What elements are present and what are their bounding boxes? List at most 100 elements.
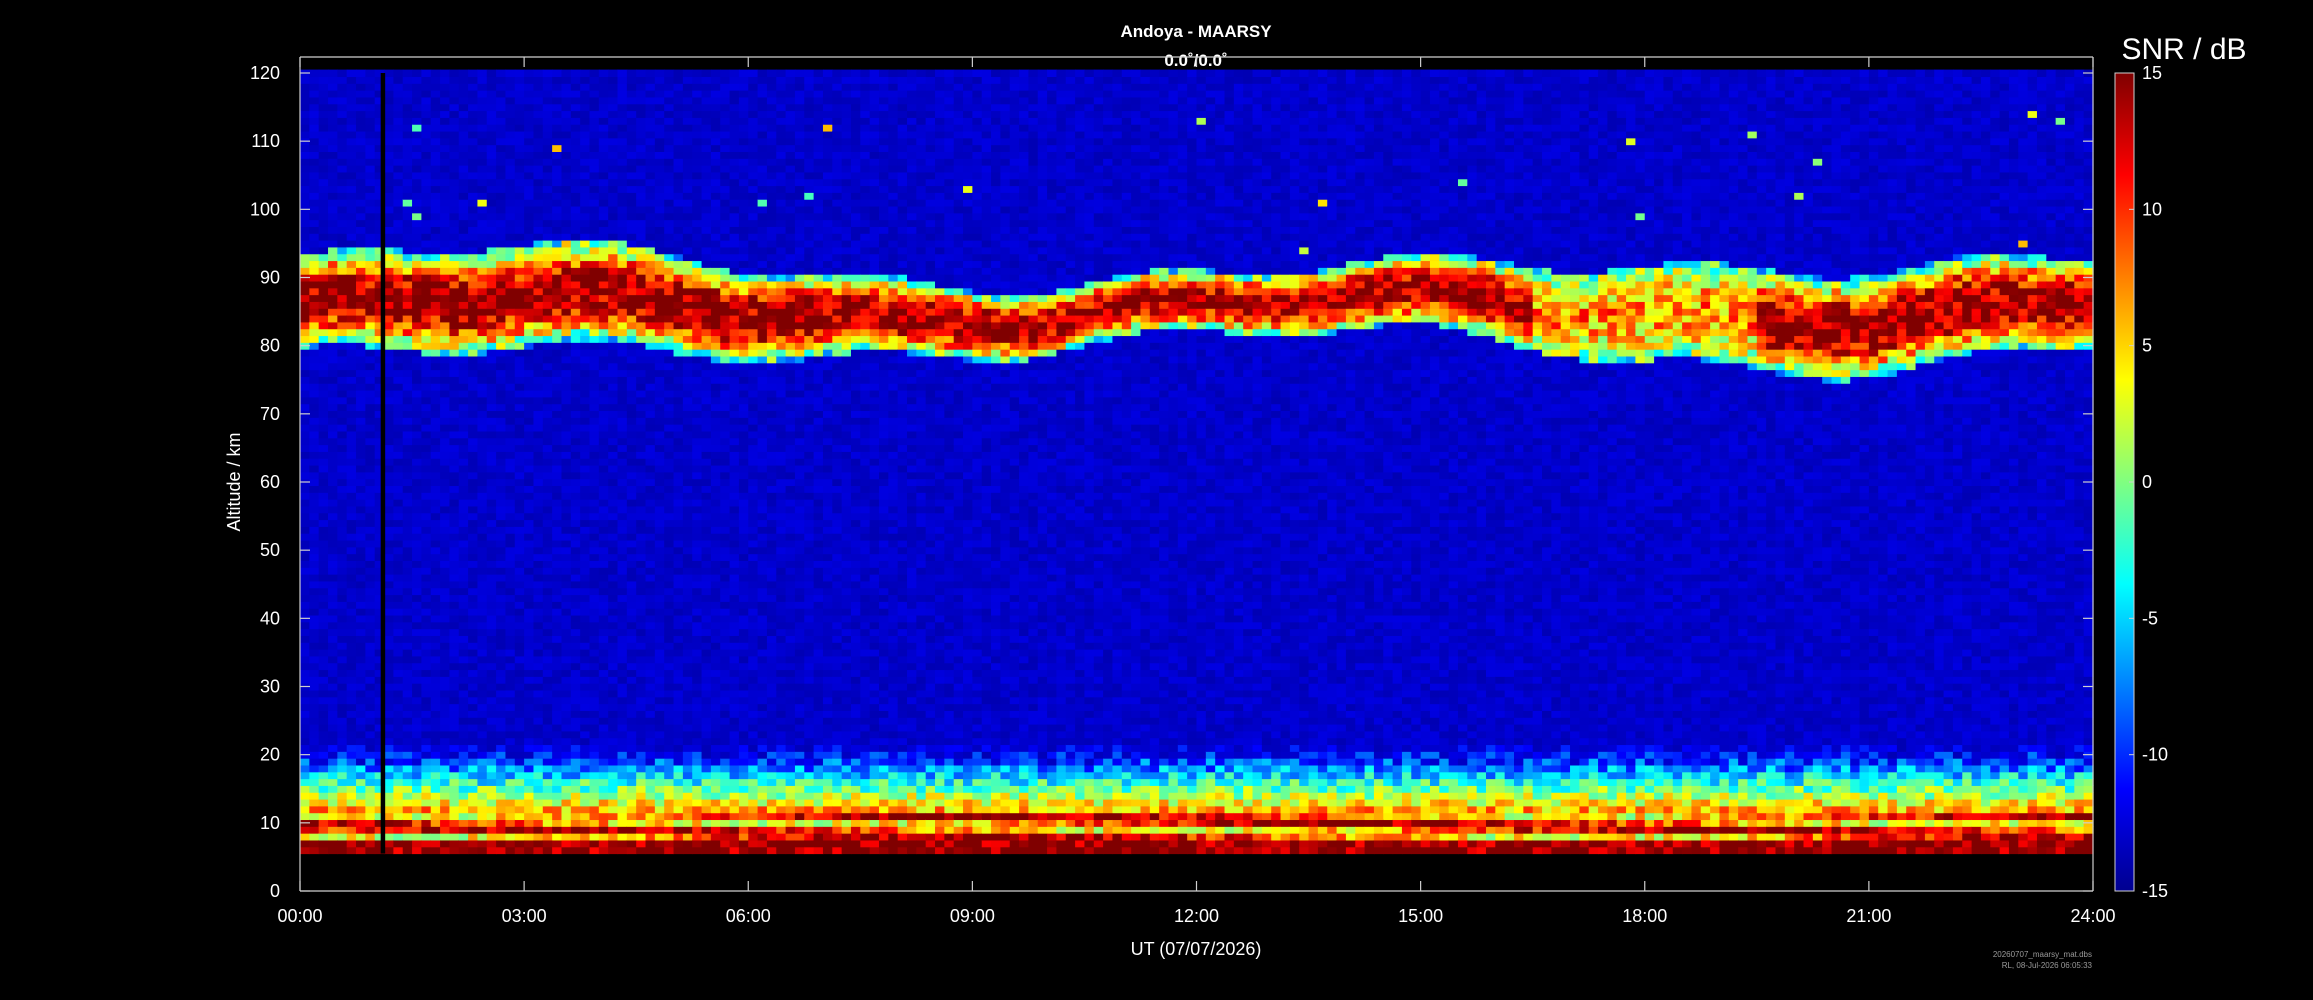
heat-cell — [664, 117, 675, 125]
heat-cell — [412, 424, 422, 432]
heat-cell — [496, 778, 507, 786]
heat-cell — [430, 710, 441, 718]
heat-cell — [300, 199, 310, 207]
heat-cell — [393, 580, 404, 589]
heat-cell — [458, 764, 469, 773]
heat-cell — [664, 696, 675, 705]
heat-cell — [598, 512, 609, 521]
heat-cell — [309, 499, 320, 507]
heat-cell — [468, 580, 479, 589]
heat-cell — [346, 417, 357, 425]
heat-cell — [636, 621, 647, 630]
heat-cell — [337, 369, 348, 377]
heat-cell — [440, 785, 451, 793]
heat-cell — [402, 110, 413, 118]
heat-cell — [309, 451, 320, 459]
heat-cell — [608, 124, 619, 132]
heat-cell — [608, 219, 619, 227]
heat-cell — [365, 519, 376, 527]
heat-cell — [458, 512, 469, 521]
heat-cell — [654, 512, 665, 521]
heat-cell — [486, 519, 497, 527]
heat-cell — [552, 342, 563, 350]
heat-cell — [496, 383, 507, 391]
heat-cell — [524, 717, 535, 725]
heat-cell — [412, 758, 422, 766]
heat-cell — [542, 621, 553, 630]
heat-cell — [542, 574, 553, 582]
heat-cell — [692, 69, 703, 78]
heat-cell — [570, 751, 581, 759]
heat-cell — [421, 96, 432, 105]
heat-cell — [598, 424, 609, 432]
heat-cell — [309, 240, 320, 248]
heat-cell — [505, 771, 516, 780]
heat-cell — [626, 110, 637, 118]
heat-cell — [365, 96, 376, 105]
heat-cell — [309, 362, 320, 371]
heat-cell — [692, 798, 703, 807]
heat-cell — [356, 635, 366, 643]
heat-cell — [552, 274, 563, 282]
heat-cell — [673, 737, 684, 746]
heat-cell — [654, 137, 665, 146]
heat-cell — [430, 355, 441, 364]
heat-cell — [309, 103, 320, 112]
heat-cell — [580, 151, 591, 159]
heat-cell — [598, 117, 609, 125]
heat-cell — [402, 758, 413, 766]
heat-cell — [552, 76, 563, 84]
heat-cell — [449, 737, 460, 746]
heat-cell — [514, 328, 525, 337]
heat-cell — [309, 580, 320, 589]
heat-cell — [561, 158, 572, 166]
heat-cell — [384, 335, 394, 343]
heat-cell — [664, 499, 675, 507]
heat-cell — [505, 471, 516, 480]
heat-cell — [608, 96, 619, 105]
heat-cell — [393, 608, 404, 616]
heat-cell — [617, 655, 628, 664]
heat-cell — [570, 771, 581, 780]
heat-cell — [598, 314, 609, 323]
heat-cell — [449, 178, 460, 187]
heat-cell — [533, 758, 544, 766]
heat-cell — [440, 458, 451, 466]
heat-cell — [458, 280, 469, 289]
heat-cell — [654, 124, 665, 132]
heat-cell — [682, 144, 693, 152]
heat-cell — [617, 635, 628, 643]
heat-cell — [309, 376, 320, 384]
heat-cell — [580, 492, 591, 500]
heat-cell — [365, 458, 376, 466]
heat-cell — [626, 403, 637, 412]
heat-cell — [636, 751, 647, 759]
heat-cell — [458, 130, 469, 139]
heat-cell — [617, 826, 628, 834]
heat-cell — [692, 219, 703, 227]
heat-cell — [608, 655, 619, 664]
heat-cell — [645, 512, 656, 521]
heat-cell — [664, 444, 675, 452]
heat-cell — [468, 240, 479, 248]
heat-cell — [365, 185, 376, 193]
heat-cell — [570, 349, 581, 357]
heat-cell — [468, 103, 479, 112]
heat-cell — [384, 526, 394, 534]
heat-cell — [589, 226, 600, 234]
heat-cell — [486, 839, 497, 848]
heat-cell — [645, 819, 656, 827]
heat-cell — [356, 505, 366, 514]
heat-cell — [664, 403, 675, 412]
heat-cell — [542, 383, 553, 391]
heat-cell — [570, 69, 581, 78]
heat-cell — [421, 437, 432, 446]
heat-cell — [552, 369, 563, 377]
heat-cell — [430, 383, 441, 391]
heat-cell — [430, 539, 441, 548]
heat-cell — [533, 744, 544, 752]
heat-cell — [384, 451, 394, 459]
heat-cell — [626, 151, 637, 159]
heat-cell — [682, 192, 693, 200]
heat-cell — [580, 171, 591, 180]
